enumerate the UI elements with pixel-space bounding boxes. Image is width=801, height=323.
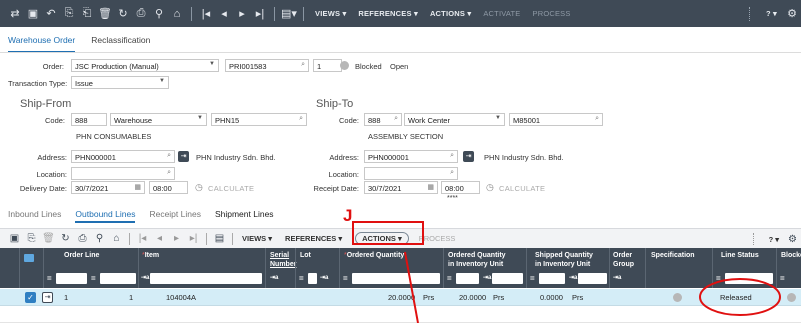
line-status-highlight	[699, 278, 781, 316]
annotation-overlay: J	[343, 206, 781, 323]
annotation-arrow	[404, 251, 419, 323]
references-highlight-box	[352, 221, 424, 245]
annotation-letter: J	[343, 206, 352, 225]
